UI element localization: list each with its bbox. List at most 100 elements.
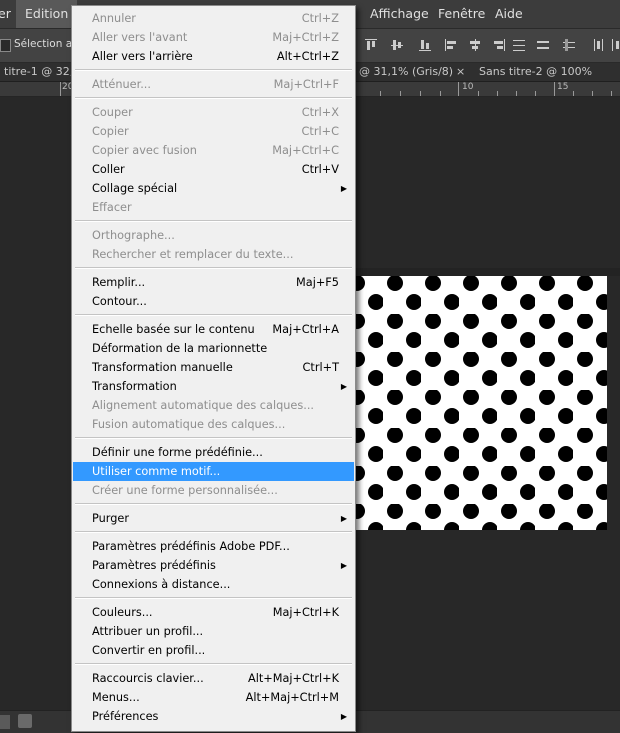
menu-item-label: Orthographe...: [92, 229, 175, 242]
menu-item-label: Copier: [92, 125, 129, 138]
zoom-field[interactable]: [0, 715, 10, 729]
menu-aide[interactable]: Aide: [495, 0, 523, 28]
menu-item-convertir-profil[interactable]: Convertir en profil...: [73, 641, 354, 660]
menu-item-effacer[interactable]: Effacer: [73, 198, 354, 217]
menu-edition[interactable]: Edition: [16, 0, 78, 28]
menu-item-label: Préférences: [92, 710, 159, 723]
tab-sans-titre-2[interactable]: Sans titre-2 @ 100% (Bitmap: [479, 63, 620, 96]
distribute-hcenter-icon[interactable]: [610, 38, 620, 52]
menu-item-preferences[interactable]: Préférences ▶: [73, 707, 354, 726]
menu-item-label: Raccourcis clavier...: [92, 672, 204, 685]
menu-item-contour[interactable]: Contour...: [73, 292, 354, 311]
distribute-vcenter-icon[interactable]: [536, 38, 550, 52]
menu-item-label: Connexions à distance...: [92, 578, 231, 591]
menu-item-deformation[interactable]: Déformation de la marionnette: [73, 339, 354, 358]
menu-item-shortcut: Maj+Ctrl+K: [272, 606, 339, 619]
document-canvas[interactable]: [345, 276, 607, 530]
menu-item-definir-forme[interactable]: Définir une forme prédéfinie...: [73, 443, 354, 462]
menu-item-label: Aller vers l'arrière: [92, 50, 193, 63]
menu-item-raccourcis[interactable]: Raccourcis clavier... Alt+Maj+Ctrl+K: [73, 669, 354, 688]
menu-separator: [75, 267, 352, 269]
menu-item-connexions[interactable]: Connexions à distance...: [73, 575, 354, 594]
menu-item-creer-forme[interactable]: Créer une forme personnalisée...: [73, 481, 354, 500]
menu-item-label: Effacer: [92, 201, 132, 214]
menu-item-copier[interactable]: Copier Ctrl+C: [73, 122, 354, 141]
align-hcenter-icon[interactable]: [468, 38, 482, 52]
menu-item-collage-special[interactable]: Collage spécial ▶: [73, 179, 354, 198]
menu-item-label: Convertir en profil...: [92, 644, 206, 657]
menu-item-label: Paramètres prédéfinis Adobe PDF...: [92, 540, 290, 553]
menu-item-label: Annuler: [92, 12, 136, 25]
ruler-tick: [60, 82, 61, 96]
ruler-tick: [458, 82, 459, 96]
menu-item-alignement[interactable]: Alignement automatique des calques...: [73, 396, 354, 415]
menu-item-shortcut: Ctrl+C: [301, 125, 339, 138]
menu-item-couleurs[interactable]: Couleurs... Maj+Ctrl+K: [73, 603, 354, 622]
distribute-left-icon[interactable]: [592, 38, 606, 52]
align-vcenter-icon[interactable]: [390, 38, 404, 52]
distribute-top-icon[interactable]: [512, 38, 526, 52]
menu-item-shortcut: Alt+Maj+Ctrl+M: [245, 691, 339, 704]
menu-item-shortcut: Ctrl+V: [301, 163, 339, 176]
ruler-tick: [400, 91, 401, 96]
menu-item-fusion-auto[interactable]: Fusion automatique des calques...: [73, 415, 354, 434]
menu-separator: [75, 503, 352, 505]
menu-separator: [75, 531, 352, 533]
submenu-arrow-icon: ▶: [340, 184, 347, 193]
menu-item-label: Couper: [92, 106, 133, 119]
menu-item-label: Echelle basée sur le contenu: [92, 323, 255, 336]
menu-item-annuler[interactable]: Annuler Ctrl+Z: [73, 9, 354, 28]
menu-item-label: Collage spécial: [92, 182, 178, 195]
tab-close-icon[interactable]: ×: [456, 63, 465, 81]
menu-item-rechercher[interactable]: Rechercher et remplacer du texte...: [73, 245, 354, 264]
menu-item-remplir[interactable]: Remplir... Maj+F5: [73, 273, 354, 292]
menu-item-shortcut: Alt+Maj+Ctrl+K: [247, 672, 339, 685]
menu-item-echelle[interactable]: Echelle basée sur le contenu Maj+Ctrl+A: [73, 320, 354, 339]
menu-item-menus[interactable]: Menus... Alt+Maj+Ctrl+M: [73, 688, 354, 707]
ruler-label: 10: [462, 82, 474, 92]
align-top-icon[interactable]: [364, 38, 378, 52]
menu-item-shortcut: Maj+Ctrl+Z: [272, 31, 339, 44]
menu-fenetre[interactable]: Fenêtre: [438, 0, 485, 28]
menu-item-shortcut: Maj+Ctrl+F: [273, 78, 339, 91]
menu-item-coller[interactable]: Coller Ctrl+V: [73, 160, 354, 179]
menu-item-label: Couleurs...: [92, 606, 153, 619]
menu-item-shortcut: Maj+F5: [296, 276, 339, 289]
menu-item-attenuer[interactable]: Atténuer... Maj+Ctrl+F: [73, 75, 354, 94]
menu-item-shortcut: Maj+Ctrl+C: [272, 144, 339, 157]
menu-item-params-pdf[interactable]: Paramètres prédéfinis Adobe PDF...: [73, 537, 354, 556]
menu-item-copier-fusion[interactable]: Copier avec fusion Maj+Ctrl+C: [73, 141, 354, 160]
menu-item-aller-arriere[interactable]: Aller vers l'arrière Alt+Ctrl+Z: [73, 47, 354, 66]
menu-item-shortcut: Alt+Ctrl+Z: [276, 50, 339, 63]
menu-item-aller-avant[interactable]: Aller vers l'avant Maj+Ctrl+Z: [73, 28, 354, 47]
distribute-bottom-icon[interactable]: [562, 38, 576, 52]
menu-item-label: Copier avec fusion: [92, 144, 197, 157]
auto-select-checkbox[interactable]: [0, 39, 11, 52]
menu-item-utiliser-motif[interactable]: Utiliser comme motif...: [73, 462, 354, 481]
menu-separator: [75, 314, 352, 316]
tab-titre-1[interactable]: titre-1 @ 32,9: [4, 63, 80, 81]
menu-item-label: Aller vers l'avant: [92, 31, 188, 44]
tab-gris[interactable]: @ 31,1% (Gris/8): [359, 63, 453, 81]
menu-item-attribuer-profil[interactable]: Attribuer un profil...: [73, 622, 354, 641]
menu-partial-item[interactable]: er: [0, 0, 11, 28]
menu-item-transformation-manuelle[interactable]: Transformation manuelle Ctrl+T: [73, 358, 354, 377]
menu-item-purger[interactable]: Purger ▶: [73, 509, 354, 528]
menu-item-label: Créer une forme personnalisée...: [92, 484, 278, 497]
menu-affichage[interactable]: Affichage: [370, 0, 429, 28]
menu-item-transformation[interactable]: Transformation ▶: [73, 377, 354, 396]
menu-item-couper[interactable]: Couper Ctrl+X: [73, 103, 354, 122]
align-right-icon[interactable]: [492, 38, 506, 52]
menu-item-params-predefinis[interactable]: Paramètres prédéfinis ▶: [73, 556, 354, 575]
ruler-tick: [535, 91, 536, 96]
menu-item-label: Purger: [92, 512, 129, 525]
document-icon[interactable]: [18, 714, 32, 728]
menu-item-label: Utiliser comme motif...: [92, 465, 221, 478]
menu-item-orthographe[interactable]: Orthographe...: [73, 226, 354, 245]
align-left-icon[interactable]: [444, 38, 458, 52]
menu-item-label: Déformation de la marionnette: [92, 342, 268, 355]
menu-separator: [75, 220, 352, 222]
ruler-tick: [516, 91, 517, 96]
align-bottom-icon[interactable]: [418, 38, 432, 52]
ruler-label: 15: [557, 82, 569, 92]
